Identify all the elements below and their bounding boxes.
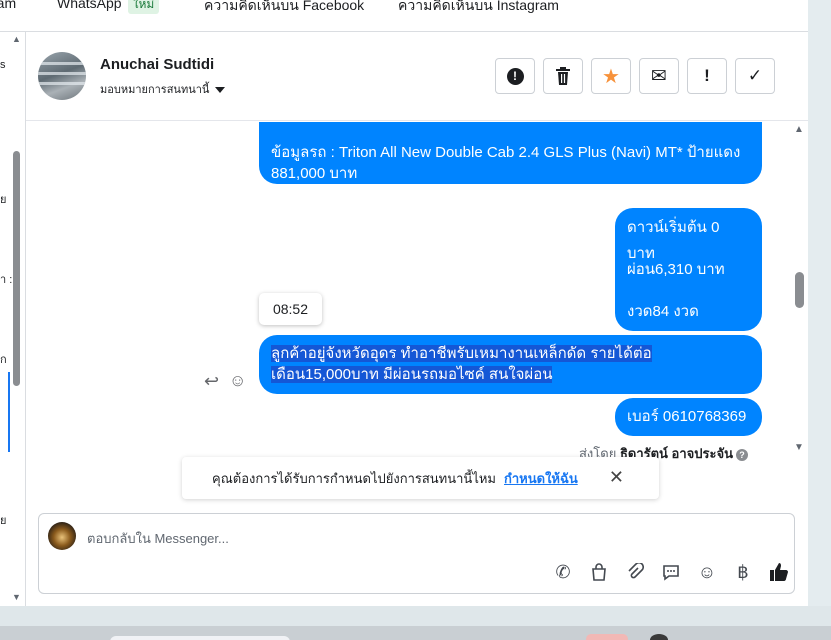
timestamp-tooltip: 08:52 bbox=[259, 293, 322, 325]
scroll-down-arrow-icon[interactable]: ▼ bbox=[794, 442, 804, 453]
message-line: ดาวน์เริ่มต้น 0 บาท bbox=[627, 219, 720, 262]
tab-instagram-comments[interactable]: ความคิดเห็นบน Instagram bbox=[398, 0, 559, 17]
trash-icon bbox=[556, 67, 570, 85]
selected-item-indicator bbox=[8, 372, 10, 452]
star-button[interactable]: ★ bbox=[591, 58, 631, 94]
mark-done-button[interactable]: ✓ bbox=[735, 58, 775, 94]
mark-unread-button[interactable]: ✉ bbox=[639, 58, 679, 94]
close-icon[interactable]: ✕ bbox=[609, 467, 624, 488]
tab-whatsapp-label: WhatsApp bbox=[57, 0, 122, 11]
paperclip-icon[interactable] bbox=[617, 560, 653, 584]
help-icon[interactable]: ? bbox=[736, 449, 748, 461]
delete-button[interactable] bbox=[543, 58, 583, 94]
chat-bubble-icon[interactable] bbox=[653, 560, 689, 584]
thumbs-up-icon[interactable] bbox=[761, 560, 797, 584]
selected-text: ลูกค้าอยู่จังหวัดอุดร ทำอาชีพรับเหมางานเ… bbox=[271, 345, 652, 362]
bag-icon[interactable] bbox=[581, 560, 617, 584]
thread-scrollbar-thumb[interactable] bbox=[795, 272, 804, 308]
tab-whatsapp[interactable]: WhatsApp ใหม่ bbox=[57, 0, 160, 14]
reply-input[interactable]: ตอบกลับใน Messenger... bbox=[87, 528, 229, 549]
selected-text: เดือน15,000บาท มีผ่อนรถมอไซค์ สนใจผ่อน bbox=[271, 366, 553, 383]
taskbar bbox=[0, 606, 831, 640]
right-edge-background bbox=[808, 0, 831, 606]
emoji-icon[interactable]: ☺ bbox=[689, 560, 725, 584]
check-icon: ✓ bbox=[747, 66, 763, 85]
conversation-pane: Anuchai Sudtidi มอบหมายการสนทนานี้ ! ★ ✉… bbox=[26, 32, 808, 606]
message-bubble[interactable]: ลูกค้าอยู่จังหวัดอุดร ทำอาชีพรับเหมางานเ… bbox=[259, 335, 762, 394]
spam-button[interactable]: ! bbox=[495, 58, 535, 94]
avatar[interactable] bbox=[38, 52, 86, 100]
message-line: ผ่อน6,310 บาท bbox=[627, 261, 725, 278]
list-item-fragment[interactable]: ก bbox=[0, 350, 7, 368]
contact-name[interactable]: Anuchai Sudtidi bbox=[100, 56, 214, 73]
message-bubble[interactable]: ข้อมูลรถ : Triton All New Double Cab 2.4… bbox=[259, 122, 762, 184]
exclamation-icon: ! bbox=[704, 66, 710, 85]
list-scrollbar-thumb[interactable] bbox=[13, 151, 20, 386]
react-emoji-icon[interactable]: ☺ bbox=[229, 371, 246, 391]
scroll-down-arrow-icon[interactable]: ▼ bbox=[12, 592, 21, 602]
follow-up-button[interactable]: ! bbox=[687, 58, 727, 94]
chevron-down-icon bbox=[215, 87, 226, 94]
assign-to-me-link[interactable]: กำหนดให้ฉัน bbox=[504, 468, 578, 489]
message-thread: ข้อมูลรถ : Triton All New Double Cab 2.4… bbox=[26, 122, 808, 512]
app-window: ram WhatsAppใหม่ ความคิดเห็นบน Facebook … bbox=[0, 0, 831, 640]
list-item-fragment[interactable]: ย bbox=[0, 190, 6, 208]
tab-instagram-fragment[interactable]: ram bbox=[0, 0, 16, 11]
composer-toolbar: ✆ ☺ ฿ bbox=[545, 560, 797, 584]
taskbar-item[interactable] bbox=[110, 636, 290, 640]
message-bubble[interactable]: ดาวน์เริ่มต้น 0 บาท ผ่อน6,310 บาท งวด84 … bbox=[615, 208, 762, 331]
scroll-up-arrow-icon[interactable]: ▲ bbox=[12, 34, 21, 44]
envelope-icon: ✉ bbox=[651, 65, 667, 87]
phone-add-icon[interactable]: ✆ bbox=[545, 560, 581, 584]
new-badge: ใหม่ bbox=[127, 0, 160, 14]
channel-tabs-bar: ram WhatsAppใหม่ ความคิดเห็นบน Facebook … bbox=[0, 0, 808, 32]
taskbar-item[interactable] bbox=[586, 634, 628, 640]
scroll-up-arrow-icon[interactable]: ▲ bbox=[794, 124, 804, 135]
list-item-fragment[interactable]: ย bbox=[0, 511, 6, 529]
exclamation-circle-icon: ! bbox=[506, 67, 524, 85]
conversation-list-panel: ▲ s ย า : ก ย ▼ bbox=[0, 32, 26, 606]
reply-composer: ตอบกลับใน Messenger... ✆ ☺ ฿ bbox=[38, 513, 795, 594]
assign-label: มอบหมายการสนทนานี้ bbox=[100, 84, 210, 96]
assign-prompt-text: คุณต้องการได้รับการกำหนดไปยังการสนทนานี้… bbox=[212, 470, 496, 486]
page-avatar bbox=[48, 522, 76, 550]
list-item-fragment[interactable]: า : bbox=[0, 270, 12, 288]
taskbar-item[interactable] bbox=[650, 634, 668, 640]
baht-icon[interactable]: ฿ bbox=[725, 560, 761, 584]
assign-dropdown[interactable]: มอบหมายการสนทนานี้ bbox=[100, 80, 226, 98]
tab-facebook-comments[interactable]: ความคิดเห็นบน Facebook bbox=[204, 0, 364, 17]
message-bubble[interactable]: เบอร์ 0610768369 bbox=[615, 398, 762, 436]
conversation-header: Anuchai Sudtidi มอบหมายการสนทนานี้ ! ★ ✉… bbox=[26, 32, 808, 121]
assign-prompt: คุณต้องการได้รับการกำหนดไปยังการสนทนานี้… bbox=[182, 457, 659, 499]
star-icon: ★ bbox=[602, 65, 620, 88]
reply-icon[interactable]: ↩ bbox=[204, 371, 219, 392]
thread-scrollbar[interactable] bbox=[792, 214, 806, 512]
list-item-fragment[interactable]: s bbox=[0, 59, 6, 71]
